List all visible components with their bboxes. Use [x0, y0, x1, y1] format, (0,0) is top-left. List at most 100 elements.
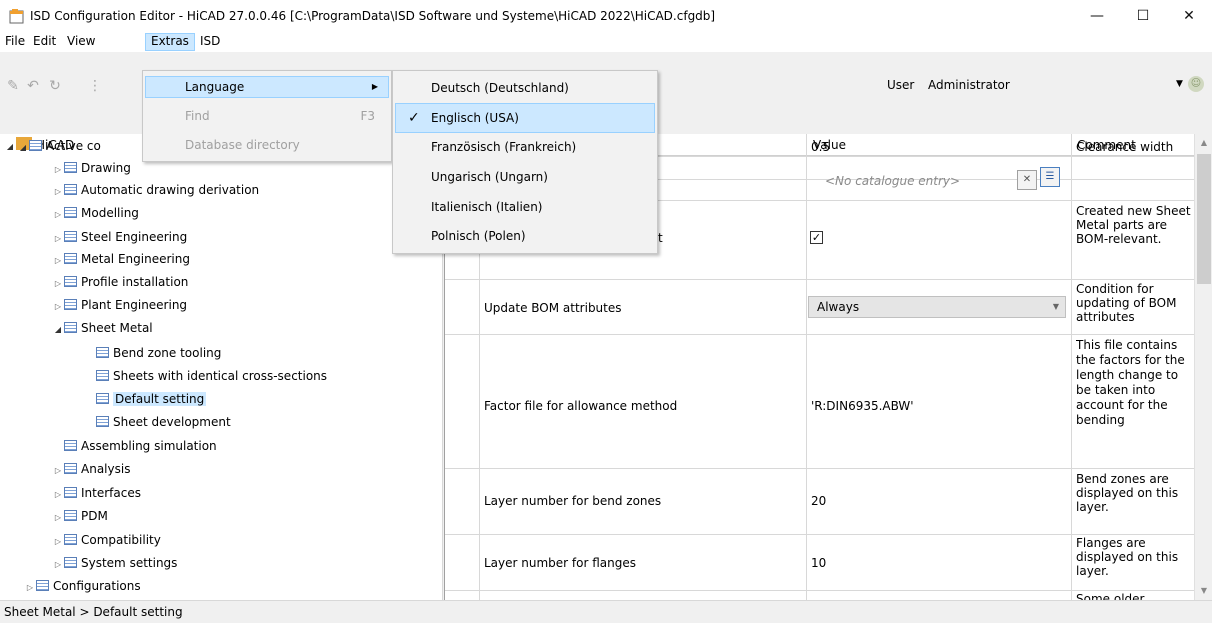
table-icon: [64, 231, 77, 242]
update-bom-select[interactable]: Always ▼: [808, 296, 1066, 318]
tree-item-active-co[interactable]: ◢ Active co: [17, 135, 101, 157]
expand-arrow-icon[interactable]: ▷: [52, 250, 64, 272]
menu-item-database-directory[interactable]: Database directory: [145, 134, 389, 156]
user-dropdown-icon[interactable]: ▼: [1176, 79, 1183, 89]
name-layer-flanges: Layer number for flanges: [484, 556, 637, 570]
scroll-up-icon[interactable]: ▲: [1195, 138, 1212, 147]
menu-view[interactable]: View: [62, 33, 100, 51]
collapse-arrow-icon[interactable]: ◢: [52, 319, 64, 341]
menu-file[interactable]: File: [0, 33, 30, 51]
tree-item-compatibility[interactable]: ▷ Compatibility: [52, 529, 161, 551]
scroll-thumb[interactable]: [1197, 154, 1211, 284]
table-icon: [64, 487, 77, 498]
table-icon: [64, 253, 77, 264]
tree-item-sheet-development[interactable]: Sheet development: [96, 411, 231, 433]
tree-item-sheets-identical-cross-sections[interactable]: Sheets with identical cross-sections: [96, 365, 327, 387]
language-option-italienisch[interactable]: Italienisch (Italien): [395, 192, 655, 222]
comment-clearance: Clearance width: [1076, 140, 1174, 154]
expand-arrow-icon[interactable]: ▷: [52, 531, 64, 553]
table-icon: [96, 370, 109, 381]
column-divider: [806, 134, 807, 600]
collapse-arrow-icon[interactable]: ◢: [17, 137, 29, 159]
table-icon: [29, 140, 42, 151]
menu-edit[interactable]: Edit: [28, 33, 61, 51]
language-option-franzoesisch[interactable]: Französisch (Frankreich): [395, 132, 655, 162]
tree-item-configurations[interactable]: ▷ Configurations: [24, 575, 141, 597]
value-clearance[interactable]: 0.5: [811, 140, 830, 154]
update-bom-selected: Always: [817, 300, 860, 314]
user-icon[interactable]: ☺: [1188, 76, 1204, 92]
tree-item-sheet-metal[interactable]: ◢ Sheet Metal: [52, 317, 153, 339]
tree-item-steel-engineering[interactable]: ▷ Steel Engineering: [52, 226, 187, 248]
row-divider: [445, 534, 1195, 535]
language-option-deutsch[interactable]: Deutsch (Deutschland): [395, 73, 655, 103]
table-icon: [64, 276, 77, 287]
bom-relevant-checkbox[interactable]: ✓: [810, 231, 823, 244]
scroll-down-icon[interactable]: ▼: [1195, 586, 1212, 595]
tree-item-interfaces[interactable]: ▷ Interfaces: [52, 482, 141, 504]
catalogue-browse-button[interactable]: ☰: [1040, 167, 1060, 187]
tree-item-bend-zone-tooling[interactable]: Bend zone tooling: [96, 342, 221, 364]
grid-scrollbar[interactable]: ▲ ▼: [1194, 134, 1212, 600]
clear-entry-button[interactable]: ✕: [1017, 170, 1037, 190]
language-option-englisch[interactable]: ✓ Englisch (USA): [395, 103, 655, 133]
table-icon: [64, 162, 77, 173]
value-layer-bend-zones[interactable]: 20: [811, 494, 826, 508]
column-divider: [1071, 134, 1072, 600]
tree-item-metal-engineering[interactable]: ▷ Metal Engineering: [52, 248, 190, 270]
expand-arrow-icon[interactable]: ▷: [24, 577, 36, 599]
maximize-button[interactable]: ☐: [1120, 0, 1166, 32]
table-icon: [96, 347, 109, 358]
user-value[interactable]: Administrator: [928, 78, 1010, 92]
expand-arrow-icon[interactable]: ▷: [52, 554, 64, 576]
comment-layer-flanges: Flanges are displayed on this layer.: [1076, 536, 1179, 578]
minimize-button[interactable]: —: [1074, 0, 1120, 32]
submenu-arrow-icon: ▶: [371, 82, 378, 91]
menu-item-find[interactable]: Find F3: [145, 105, 389, 127]
value-factor-file[interactable]: 'R:DIN6935.ABW': [811, 399, 914, 413]
language-option-polnisch[interactable]: Polnisch (Polen): [395, 221, 655, 251]
expand-arrow-icon[interactable]: ▷: [52, 273, 64, 295]
tree-item-profile-installation[interactable]: ▷ Profile installation: [52, 271, 188, 293]
table-icon: [64, 510, 77, 521]
pencil-icon[interactable]: ✎: [4, 77, 22, 95]
menu-item-language[interactable]: Language ▶: [145, 76, 389, 98]
header-value[interactable]: Value: [806, 134, 1071, 156]
tree-item-pdm[interactable]: ▷ PDM: [52, 505, 108, 527]
close-button[interactable]: ✕: [1166, 0, 1212, 32]
name-bom-relevant: t: [658, 231, 663, 245]
value-layer-flanges[interactable]: 10: [811, 556, 826, 570]
tree-item-analysis[interactable]: ▷ Analysis: [52, 458, 131, 482]
tree-item-assembling-simulation[interactable]: Assembling simulation: [64, 435, 217, 457]
tree-item-system-settings[interactable]: ▷ System settings: [52, 552, 178, 576]
table-icon: [36, 580, 49, 591]
expand-arrow-icon[interactable]: ▷: [52, 460, 64, 482]
menu-bar: File Edit View Extras ISD: [0, 32, 1212, 52]
comment-layer-bend-zones: Bend zones are displayed on this layer.: [1076, 472, 1179, 514]
table-icon: [64, 440, 77, 451]
tree-item-modelling[interactable]: ▷ Modelling: [52, 202, 139, 224]
filter-icon[interactable]: ⋮: [86, 77, 104, 95]
value-catalogue[interactable]: <No catalogue entry>: [825, 174, 960, 188]
title-bar: ISD Configuration Editor - HiCAD 27.0.0.…: [0, 0, 1212, 32]
tree-item-automatic-drawing-derivation[interactable]: ▷ Automatic drawing derivation: [52, 179, 259, 201]
expand-arrow-icon[interactable]: ▷: [52, 228, 64, 250]
table-icon: [64, 463, 77, 474]
expand-arrow-icon[interactable]: ▷: [52, 484, 64, 506]
undo-icon[interactable]: ↶: [24, 77, 42, 95]
tree-item-default-setting[interactable]: Default setting: [96, 388, 207, 410]
tree-item-drawing[interactable]: ▷ Drawing: [52, 157, 131, 179]
table-icon: [64, 534, 77, 545]
row-divider: [445, 468, 1195, 469]
expand-arrow-icon[interactable]: ▷: [52, 507, 64, 529]
expand-arrow-icon[interactable]: ▷: [52, 204, 64, 226]
tree-item-plant-engineering[interactable]: ▷ Plant Engineering: [52, 294, 187, 316]
language-option-ungarisch[interactable]: Ungarisch (Ungarn): [395, 162, 655, 192]
menu-extras[interactable]: Extras: [145, 33, 195, 51]
refresh-icon[interactable]: ↻: [46, 77, 64, 95]
menu-isd[interactable]: ISD: [195, 33, 225, 51]
expand-arrow-icon[interactable]: ▷: [52, 159, 64, 181]
expand-arrow-icon[interactable]: ▷: [52, 296, 64, 318]
expand-arrow-icon[interactable]: ▷: [52, 181, 64, 203]
row-divider: [445, 334, 1195, 335]
